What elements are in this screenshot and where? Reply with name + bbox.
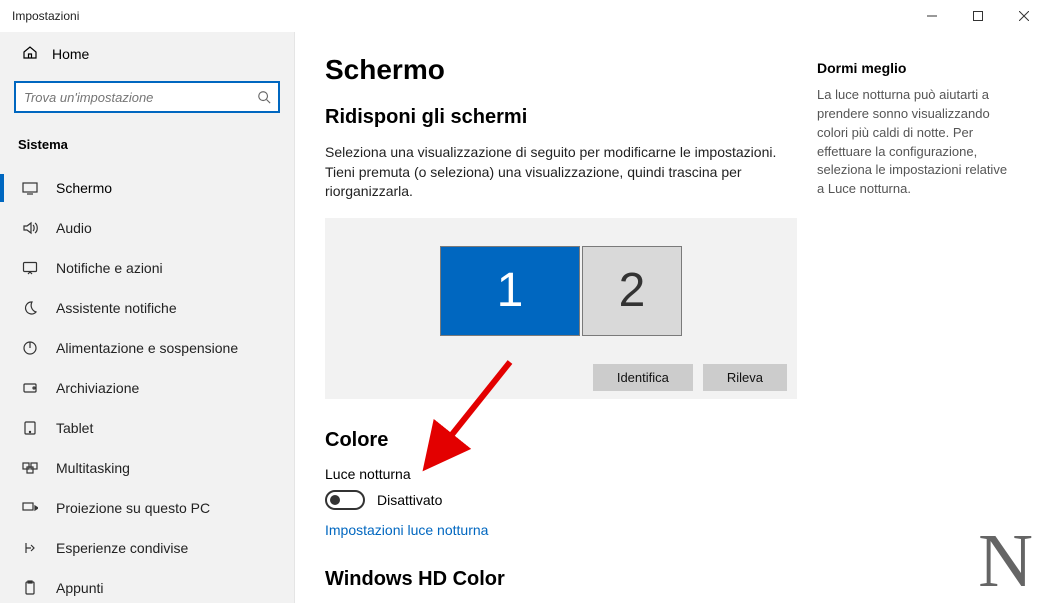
sidebar-item-label: Esperienze condivise: [56, 540, 188, 556]
minimize-button[interactable]: [909, 0, 955, 32]
search-input[interactable]: [14, 81, 280, 113]
window-title: Impostazioni: [0, 9, 79, 23]
close-button[interactable]: [1001, 0, 1047, 32]
share-icon: [22, 540, 38, 556]
detect-button[interactable]: Rileva: [703, 364, 787, 391]
nightlight-settings-link[interactable]: Impostazioni luce notturna: [325, 522, 797, 538]
audio-icon: [22, 220, 38, 236]
minimize-icon: [927, 11, 937, 21]
clipboard-icon: [22, 580, 38, 596]
search-icon: [250, 90, 278, 104]
sidebar-item-label: Audio: [56, 220, 92, 236]
project-icon: [22, 500, 38, 516]
sidebar-item-audio[interactable]: Audio: [0, 208, 294, 248]
sidebar: Home Sistema Schermo Audio: [0, 32, 295, 603]
watermark: N: [978, 523, 1033, 599]
rearrange-heading: Ridisponi gli schermi: [325, 106, 797, 129]
sidebar-item-label: Schermo: [56, 180, 112, 196]
color-heading: Colore: [325, 429, 797, 452]
sidebar-item-projecting[interactable]: Proiezione su questo PC: [0, 488, 294, 528]
storage-icon: [22, 380, 38, 396]
moon-icon: [22, 300, 38, 316]
sidebar-item-display[interactable]: Schermo: [0, 168, 294, 208]
sidebar-item-focus-assist[interactable]: Assistente notifiche: [0, 288, 294, 328]
sidebar-item-label: Assistente notifiche: [56, 300, 177, 316]
nightlight-label: Luce notturna: [325, 466, 797, 482]
sidebar-item-label: Multitasking: [56, 460, 130, 476]
nightlight-state: Disattivato: [377, 492, 442, 508]
sidebar-item-shared-experiences[interactable]: Esperienze condivise: [0, 528, 294, 568]
identify-button[interactable]: Identifica: [593, 364, 693, 391]
sidebar-item-clipboard[interactable]: Appunti: [0, 568, 294, 608]
page-title: Schermo: [325, 54, 797, 86]
rearrange-description: Seleziona una visualizzazione di seguito…: [325, 143, 797, 202]
sidebar-item-label: Appunti: [56, 580, 103, 596]
home-icon: [22, 44, 38, 63]
aside-body: La luce notturna può aiutarti a prendere…: [817, 86, 1017, 199]
sidebar-item-label: Archiviazione: [56, 380, 139, 396]
aside-title: Dormi meglio: [817, 60, 1017, 76]
close-icon: [1019, 11, 1029, 21]
search-field[interactable]: [16, 90, 250, 105]
sidebar-category: Sistema: [0, 127, 294, 158]
sidebar-item-power[interactable]: Alimentazione e sospensione: [0, 328, 294, 368]
sidebar-item-label: Tablet: [56, 420, 93, 436]
tablet-icon: [22, 420, 38, 436]
display-arrangement[interactable]: 1 2 Identifica Rileva: [325, 218, 797, 399]
sidebar-item-label: Notifiche e azioni: [56, 260, 163, 276]
sidebar-item-label: Proiezione su questo PC: [56, 500, 210, 516]
power-icon: [22, 340, 38, 356]
home-link[interactable]: Home: [0, 32, 294, 75]
hdcolor-heading: Windows HD Color: [325, 568, 797, 591]
display-1[interactable]: 1: [440, 246, 580, 336]
multitasking-icon: [22, 460, 38, 476]
display-2[interactable]: 2: [582, 246, 682, 336]
sidebar-item-multitasking[interactable]: Multitasking: [0, 448, 294, 488]
maximize-button[interactable]: [955, 0, 1001, 32]
window-titlebar: Impostazioni: [0, 0, 1047, 32]
home-label: Home: [52, 46, 89, 62]
sidebar-item-tablet[interactable]: Tablet: [0, 408, 294, 448]
content-pane: Schermo Ridisponi gli schermi Seleziona …: [295, 32, 1047, 603]
sidebar-item-notifications[interactable]: Notifiche e azioni: [0, 248, 294, 288]
notifications-icon: [22, 260, 38, 276]
sidebar-item-label: Alimentazione e sospensione: [56, 340, 238, 356]
sidebar-item-storage[interactable]: Archiviazione: [0, 368, 294, 408]
maximize-icon: [973, 11, 983, 21]
nightlight-toggle[interactable]: [325, 490, 365, 510]
display-icon: [22, 180, 38, 196]
